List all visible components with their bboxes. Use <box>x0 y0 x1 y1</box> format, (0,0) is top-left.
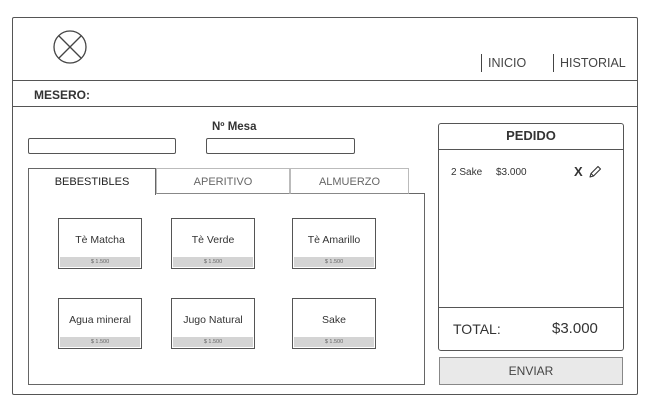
product-name: Sake <box>322 314 346 326</box>
product-price: $ 1.500 <box>60 257 140 267</box>
product-card[interactable]: Jugo Natural $ 1.500 <box>171 298 255 349</box>
nav-historial[interactable]: HISTORIAL <box>553 54 626 72</box>
product-card[interactable]: Tè Amarillo $ 1.500 <box>292 218 376 269</box>
order-title-divider <box>438 149 624 150</box>
order-item-amount: $3.000 <box>496 167 527 178</box>
table-number-label: Nº Mesa <box>212 121 257 133</box>
product-price: $ 1.500 <box>173 337 253 347</box>
product-card[interactable]: Tè Matcha $ 1.500 <box>58 218 142 269</box>
waiter-input[interactable] <box>28 138 176 154</box>
product-price: $ 1.500 <box>294 337 374 347</box>
order-title: PEDIDO <box>506 128 556 143</box>
product-name: Tè Amarillo <box>307 234 361 246</box>
tab-almuerzo[interactable]: ALMUERZO <box>290 168 409 194</box>
header-divider <box>12 80 638 81</box>
product-card[interactable]: Agua mineral $ 1.500 <box>58 298 142 349</box>
nav-inicio[interactable]: INICIO <box>481 54 526 72</box>
close-icon[interactable]: X <box>574 164 583 179</box>
tab-aperitivo[interactable]: APERITIVO <box>156 168 290 194</box>
order-panel <box>438 123 624 351</box>
product-price: $ 1.500 <box>60 337 140 347</box>
table-number-input[interactable] <box>206 138 355 154</box>
send-order-button[interactable]: ENVIAR <box>439 357 623 385</box>
product-card[interactable]: Sake $ 1.500 <box>292 298 376 349</box>
product-name: Tè Verde <box>191 234 235 246</box>
total-divider <box>438 307 624 308</box>
product-price: $ 1.500 <box>173 257 253 267</box>
product-price: $ 1.500 <box>294 257 374 267</box>
product-name: Tè Matcha <box>75 234 125 246</box>
total-value: $3.000 <box>552 320 598 337</box>
product-name: Agua mineral <box>69 314 131 326</box>
waiter-divider <box>12 106 638 107</box>
order-item-name: 2 Sake <box>451 167 483 178</box>
logo-icon <box>53 30 87 64</box>
total-label: TOTAL: <box>453 321 501 337</box>
waiter-label: MESERO: <box>34 88 91 102</box>
product-name: Jugo Natural <box>183 314 243 326</box>
tab-bebestibles[interactable]: BEBESTIBLES <box>28 168 156 195</box>
pencil-icon[interactable] <box>588 165 602 179</box>
product-card[interactable]: Tè Verde $ 1.500 <box>171 218 255 269</box>
